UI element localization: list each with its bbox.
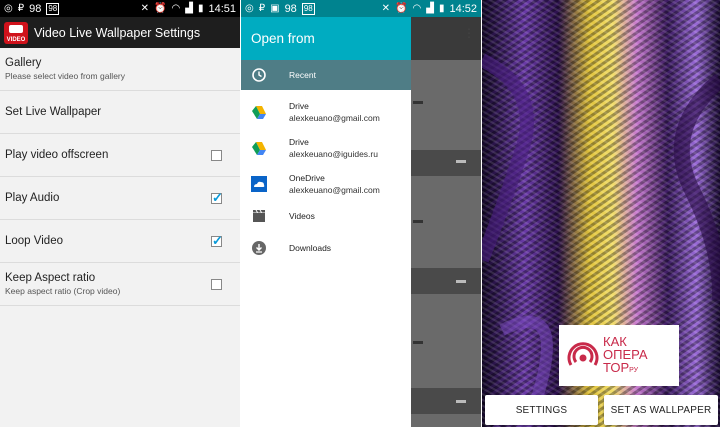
- drawer-item-onedrive[interactable]: OneDrive alexkeuano@gmail.com: [241, 167, 411, 201]
- setting-title: Set Live Wallpaper: [5, 106, 102, 118]
- setting-play-audio[interactable]: Play Audio: [0, 177, 240, 220]
- overflow-menu-icon[interactable]: ⋮: [463, 26, 475, 40]
- set-as-wallpaper-button[interactable]: SET AS WALLPAPER: [604, 395, 718, 425]
- setting-title: Loop Video: [5, 235, 63, 247]
- drawer-item-videos[interactable]: Videos: [241, 205, 411, 227]
- setting-loop-video[interactable]: Loop Video: [0, 220, 240, 263]
- drawer-title: Open from: [241, 17, 411, 60]
- notification-box-icon: 98: [301, 2, 315, 15]
- clapperboard-icon: ▬: [456, 395, 466, 406]
- watermark-logo: КАК ОПЕРА ТОРРУ: [559, 325, 679, 386]
- setting-subtitle: Keep aspect ratio (Crop video): [5, 286, 121, 296]
- battery-icon: ▮: [438, 2, 445, 14]
- clapperboard-icon: [253, 209, 265, 222]
- play-audio-checkbox[interactable]: [211, 190, 223, 206]
- drawer-item-label: Drive: [289, 137, 309, 147]
- loop-video-checkbox[interactable]: [211, 233, 223, 249]
- watermark-text: КАК ОПЕРА ТОРРУ: [603, 335, 648, 377]
- status-time: 14:51: [208, 2, 236, 15]
- drawer-item-label: Videos: [289, 211, 315, 221]
- setting-title: Play video offscreen: [5, 149, 109, 161]
- battery-icon: ▮: [197, 2, 204, 14]
- status-percent: 98: [284, 2, 297, 15]
- play-offscreen-checkbox[interactable]: [211, 149, 222, 161]
- drawer-item-account: alexkeuano@iguides.ru: [289, 149, 378, 159]
- wifi-icon: ◠: [171, 2, 181, 14]
- background-row: [411, 388, 481, 414]
- logo-label: VIDEO: [6, 36, 26, 43]
- image-icon: ▣: [270, 2, 280, 14]
- open-from-drawer: Open from Recent Drive alexkeuano@gmail.…: [241, 17, 411, 427]
- drawer-item-account: alexkeuano@gmail.com: [289, 113, 380, 123]
- status-bar: ◎ ₽ ▣ 98 98 ✕ ⏰ ◠ ▟ ▮ 14:52: [241, 0, 481, 17]
- ruble-icon: ₽: [258, 2, 266, 14]
- setting-title: Keep Aspect ratio: [5, 272, 96, 284]
- keep-aspect-checkbox[interactable]: [211, 278, 222, 290]
- clapperboard-icon: ▬: [413, 215, 423, 226]
- broadcast-logo-icon: [567, 341, 599, 366]
- drawer-item-label: Drive: [289, 101, 309, 111]
- clapperboard-icon: ▬: [456, 275, 466, 286]
- wifi-icon: ◠: [412, 2, 422, 14]
- setting-subtitle: Please select video from gallery: [5, 71, 126, 81]
- watermark-line: КАК: [603, 333, 627, 349]
- drawer-item-recent[interactable]: Recent: [241, 60, 411, 90]
- clapperboard-icon: ▬: [413, 336, 423, 347]
- drawer-item-label: Downloads: [289, 243, 332, 253]
- signal-icon: ▟: [185, 2, 193, 14]
- target-icon: ◎: [245, 2, 254, 14]
- app-bar: VIDEO Video Live Wallpaper Settings: [0, 17, 240, 48]
- status-percent: 98: [29, 2, 42, 15]
- setting-play-offscreen[interactable]: Play video offscreen: [0, 134, 240, 177]
- drawer-item-label: OneDrive: [289, 173, 325, 183]
- alarm-icon: ⏰: [154, 2, 167, 14]
- watermark-line: ТОР: [603, 359, 630, 375]
- google-drive-icon: [252, 106, 266, 119]
- background-row: [411, 268, 481, 294]
- page-title: Video Live Wallpaper Settings: [34, 25, 201, 40]
- mute-icon: ✕: [381, 2, 391, 14]
- background-row: [411, 150, 481, 176]
- ruble-icon: ₽: [17, 2, 25, 14]
- notification-box-icon: 98: [46, 2, 60, 15]
- setting-keep-aspect[interactable]: Keep Aspect ratio Keep aspect ratio (Cro…: [0, 263, 240, 306]
- signal-icon: ▟: [426, 2, 434, 14]
- drawer-item-label: Recent: [289, 70, 316, 80]
- setting-title: Play Audio: [5, 192, 60, 204]
- settings-screen: ◎ ₽ 98 98 ✕ ⏰ ◠ ▟ ▮ 14:51 VIDEO Video Li…: [0, 0, 240, 427]
- settings-button[interactable]: SETTINGS: [485, 395, 598, 425]
- onedrive-icon: [251, 176, 267, 192]
- status-time: 14:52: [449, 2, 477, 15]
- drawer-item-account: alexkeuano@gmail.com: [289, 185, 380, 195]
- wallpaper-preview-screen: КАК ОПЕРА ТОРРУ SETTINGS SET AS WALLPAPE…: [482, 0, 720, 427]
- drawer-item-drive-gmail[interactable]: Drive alexkeuano@gmail.com: [241, 95, 411, 129]
- drawer-item-drive-iguides[interactable]: Drive alexkeuano@iguides.ru: [241, 131, 411, 165]
- clapperboard-icon: ▬: [456, 155, 466, 166]
- clock-icon: [252, 68, 266, 82]
- video-app-logo: VIDEO: [4, 21, 28, 44]
- drawer-item-downloads[interactable]: Downloads: [241, 237, 411, 259]
- clapperboard-icon: ▬: [413, 96, 423, 107]
- setting-title: Gallery: [5, 57, 42, 69]
- google-drive-icon: [252, 142, 266, 155]
- file-picker-screen: ⋮ ▬ ▬ ▬ ▬ ▬ ▬ ◎ ₽ ▣ 98 98 ✕ ⏰ ◠ ▟ ▮ 14:5…: [241, 0, 481, 427]
- setting-set-live-wallpaper[interactable]: Set Live Wallpaper: [0, 91, 240, 134]
- setting-gallery[interactable]: Gallery Please select video from gallery: [0, 48, 240, 91]
- settings-list: Gallery Please select video from gallery…: [0, 48, 240, 306]
- target-icon: ◎: [4, 2, 13, 14]
- watermark-suffix: РУ: [629, 366, 639, 374]
- mute-icon: ✕: [140, 2, 150, 14]
- download-icon: [252, 241, 266, 255]
- alarm-icon: ⏰: [395, 2, 408, 14]
- status-bar: ◎ ₽ 98 98 ✕ ⏰ ◠ ▟ ▮ 14:51: [0, 0, 240, 17]
